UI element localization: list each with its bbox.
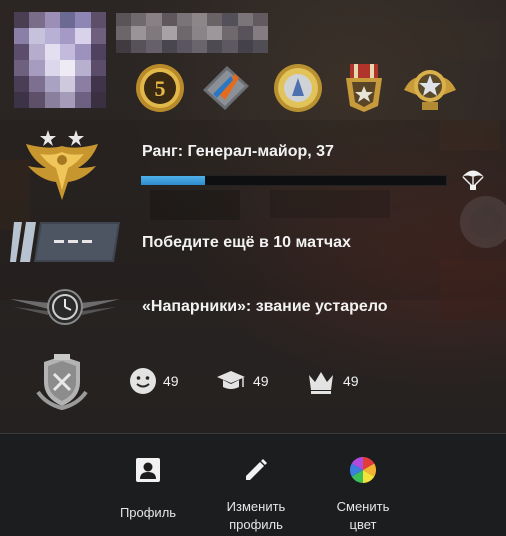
service-medal-icon[interactable] bbox=[340, 60, 392, 114]
player-nickname bbox=[116, 13, 268, 53]
svg-text:5: 5 bbox=[155, 76, 166, 101]
service-shield-icon[interactable] bbox=[36, 352, 88, 415]
rank-progress-fill bbox=[141, 176, 206, 185]
teacher-cap-icon bbox=[216, 366, 246, 396]
leader-crown-icon bbox=[306, 366, 336, 396]
tournament-coin-icon[interactable] bbox=[272, 60, 324, 114]
friendly-count: 49 bbox=[163, 373, 179, 389]
star-service-medal-icon[interactable] bbox=[402, 60, 458, 114]
profile-card: 5 Ранг: Генерал-майор, 37 Победите ещё в… bbox=[0, 0, 506, 434]
change-color-label-line1: Сменить bbox=[336, 499, 390, 514]
profile-icon bbox=[136, 458, 160, 482]
edit-profile-label-line2: профиль bbox=[229, 517, 283, 532]
wins-required-label: Победите ещё в 10 матчах bbox=[142, 234, 351, 251]
change-color-label-line2: цвет bbox=[349, 517, 377, 532]
pencil-icon bbox=[246, 459, 267, 480]
color-wheel-icon bbox=[349, 456, 377, 484]
unranked-badge-icon[interactable] bbox=[10, 220, 120, 269]
parachute-icon[interactable] bbox=[460, 166, 486, 192]
rank-progress-bar bbox=[140, 175, 447, 186]
wingman-status-label: «Напарники»: звание устарело bbox=[142, 298, 388, 315]
change-color-button[interactable]: Сменить цвет bbox=[324, 456, 402, 534]
edit-profile-label-line1: Изменить bbox=[226, 499, 286, 514]
rank-label: Ранг: Генерал-майор, 37 bbox=[142, 143, 334, 160]
five-year-coin-icon[interactable]: 5 bbox=[134, 60, 186, 114]
profile-button[interactable]: Профиль bbox=[110, 456, 186, 522]
profile-button-label: Профиль bbox=[119, 505, 177, 520]
avatar[interactable] bbox=[14, 12, 106, 108]
edit-profile-button[interactable]: Изменить профиль bbox=[214, 456, 298, 534]
leader-count: 49 bbox=[343, 373, 359, 389]
friendly-smile-icon bbox=[128, 366, 158, 396]
teacher-count: 49 bbox=[253, 373, 269, 389]
wingman-rank-icon[interactable] bbox=[10, 285, 120, 334]
operation-coin-icon[interactable] bbox=[197, 60, 249, 114]
rank-eagle-icon[interactable] bbox=[18, 124, 106, 213]
